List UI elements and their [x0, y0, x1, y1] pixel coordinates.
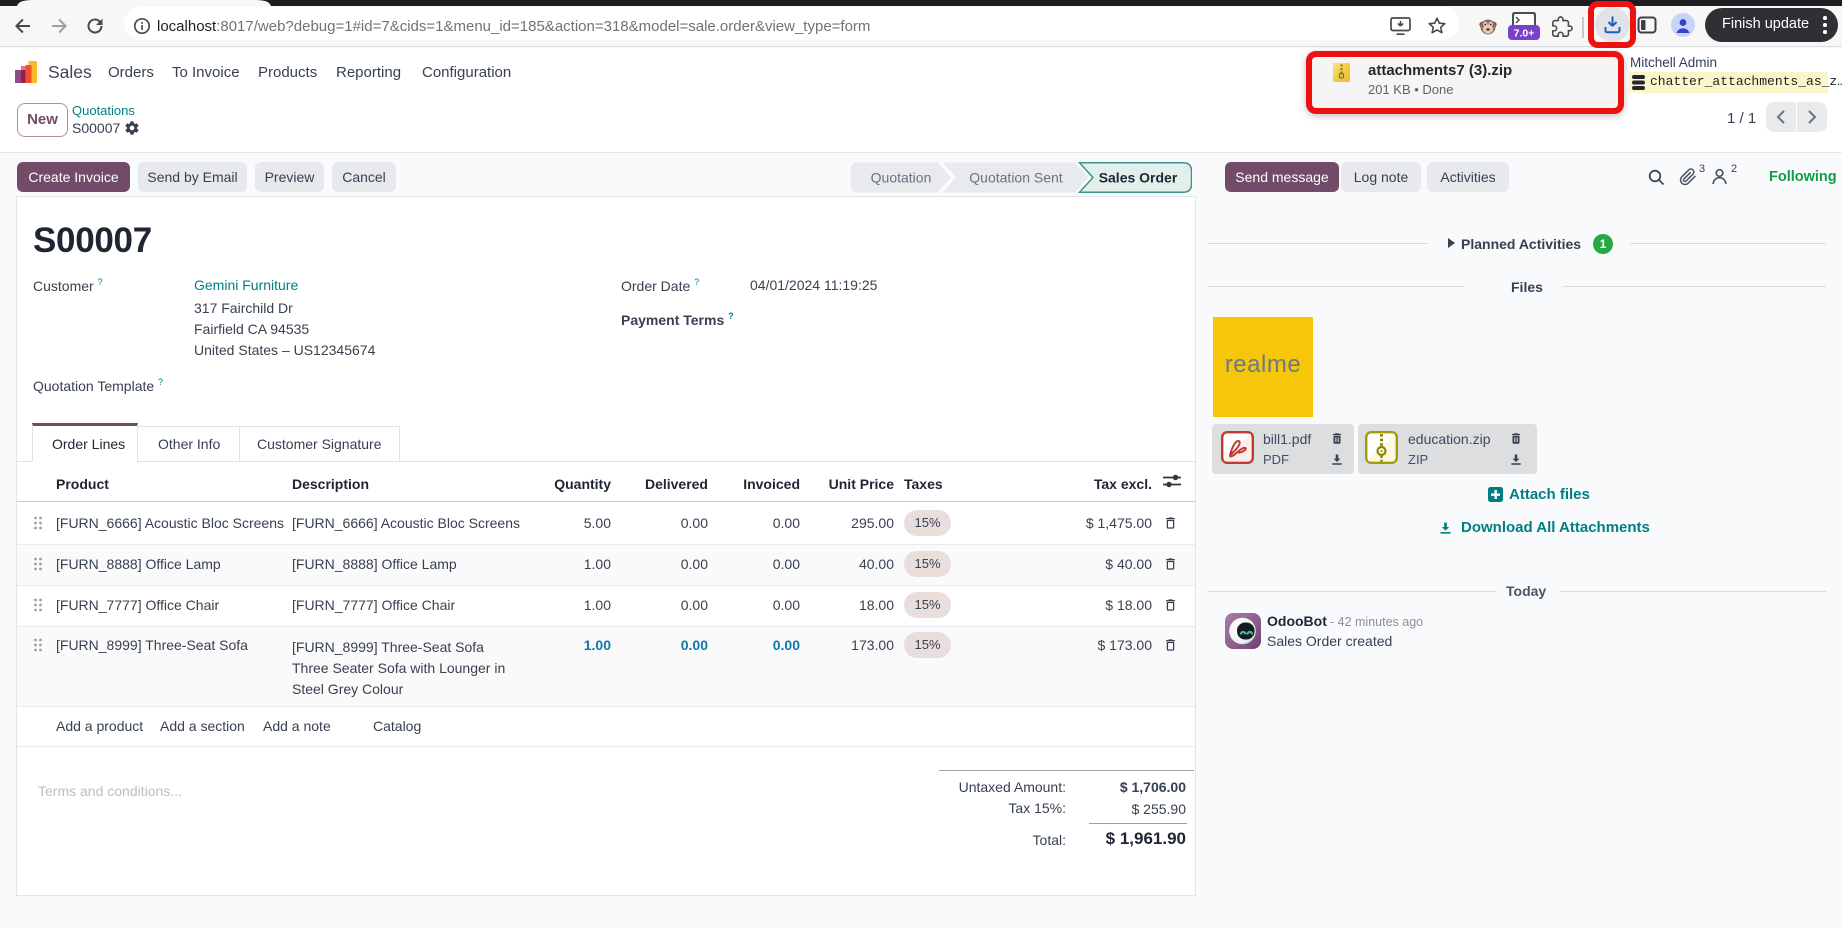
svg-text:Quotation Sent: Quotation Sent	[969, 170, 1063, 186]
svg-text:7.0+: 7.0+	[1514, 28, 1535, 40]
svg-text:Quotation: Quotation	[871, 170, 932, 186]
svg-text:Sales Order: Sales Order	[1099, 170, 1178, 186]
